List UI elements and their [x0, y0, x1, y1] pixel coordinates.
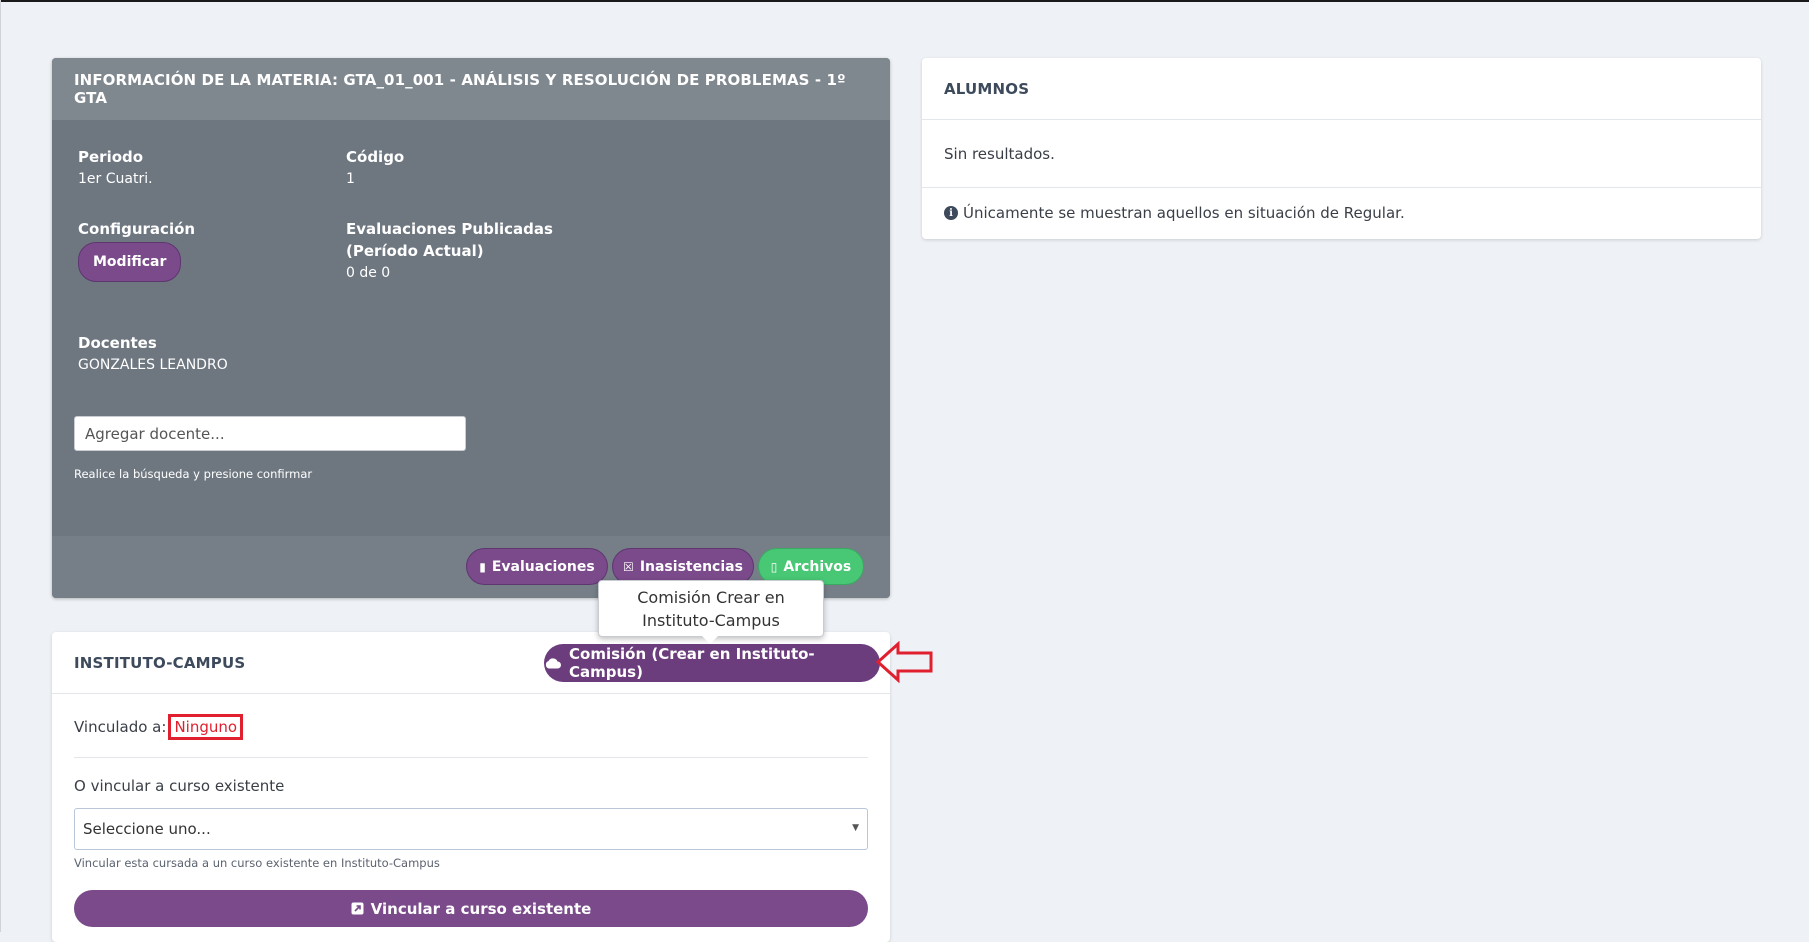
file-icon: ▯ [770, 559, 778, 574]
configuracion-field: Configuración Modificar [78, 218, 195, 282]
book-icon: ▮ [479, 559, 486, 574]
alumnos-card: ALUMNOS Sin resultados. i Únicamente se … [922, 58, 1761, 239]
codigo-value: 1 [346, 171, 355, 187]
alumnos-note-row: i Únicamente se muestran aquellos en sit… [922, 188, 1761, 238]
inasistencias-button-label: Inasistencias [639, 558, 743, 575]
periodo-field: Periodo 1er Cuatri. [78, 146, 153, 190]
curso-select-help: Vincular esta cursada a un curso existen… [74, 856, 440, 870]
instituto-campus-title: INSTITUTO-CAMPUS [74, 653, 246, 672]
docentes-value: GONZALES LEANDRO [78, 357, 228, 373]
evaluaciones-publicadas-field: Evaluaciones Publicadas (Período Actual)… [346, 218, 553, 284]
alumnos-note-text: Únicamente se muestran aquellos en situa… [963, 204, 1405, 222]
materia-card-title: INFORMACIÓN DE LA MATERIA: GTA_01_001 - … [52, 58, 890, 120]
vincular-button-label: Vincular a curso existente [370, 899, 592, 918]
evaluaciones-button[interactable]: ▮ Evaluaciones [466, 548, 608, 585]
window-left-border [0, 0, 1, 932]
curso-select-value: Seleccione uno... [83, 820, 211, 838]
agregar-docente-input[interactable] [74, 416, 466, 451]
configuracion-label: Configuración [78, 220, 196, 238]
docentes-field: Docentes GONZALES LEANDRO [78, 332, 228, 376]
vincular-curso-button[interactable]: Vincular a curso existente [74, 890, 868, 927]
codigo-label: Código [346, 148, 405, 166]
red-arrow-annotation-icon [876, 641, 933, 683]
evaluaciones-periodo-label: (Período Actual) [346, 242, 484, 260]
caret-down-icon: ▼ [852, 823, 859, 833]
tooltip-arrow [702, 636, 718, 644]
vinculado-row: Vinculado a: Ninguno [74, 714, 244, 740]
docente-help-text: Realice la búsqueda y presione confirmar [74, 467, 313, 481]
window-top-border [0, 0, 1809, 2]
vinculado-label: Vinculado a: [74, 718, 167, 736]
evaluaciones-publicadas-label: Evaluaciones Publicadas [346, 220, 553, 238]
evaluaciones-publicadas-value: 0 de 0 [346, 265, 391, 281]
instituto-campus-header: INSTITUTO-CAMPUS Comisión (Crear en Inst… [52, 632, 890, 694]
comision-button-label: Comisión (Crear en Instituto-Campus) [569, 645, 815, 681]
alumnos-title: ALUMNOS [944, 79, 1030, 98]
vincular-existente-label: O vincular a curso existente [74, 777, 285, 795]
docentes-label: Docentes [78, 334, 157, 352]
external-link-icon [351, 902, 364, 915]
vinculado-value: Ninguno [168, 714, 244, 740]
curso-existente-select[interactable]: Seleccione uno... ▼ [74, 808, 868, 850]
evaluaciones-button-label: Evaluaciones [491, 558, 595, 575]
cloud-icon [544, 657, 562, 669]
alumnos-empty-row: Sin resultados. [922, 120, 1761, 188]
materia-card-body: Periodo 1er Cuatri. Código 1 Configuraci… [52, 120, 890, 536]
periodo-value: 1er Cuatri. [78, 171, 153, 187]
comision-crear-button[interactable]: Comisión (Crear en Instituto-Campus) [544, 644, 880, 682]
periodo-label: Periodo [78, 148, 144, 166]
modificar-button[interactable]: Modificar [78, 242, 182, 282]
codigo-field: Código 1 [346, 146, 404, 190]
alumnos-empty-text: Sin resultados. [944, 144, 1055, 163]
info-icon: i [944, 206, 958, 220]
comision-tooltip: Comisión Crear en Instituto-Campus [598, 580, 824, 637]
materia-info-card: INFORMACIÓN DE LA MATERIA: GTA_01_001 - … [52, 58, 890, 598]
divider [74, 757, 868, 758]
calendar-x-icon: ☒ [623, 559, 634, 574]
instituto-campus-card: INSTITUTO-CAMPUS Comisión (Crear en Inst… [52, 632, 890, 942]
alumnos-header: ALUMNOS [922, 58, 1761, 120]
archivos-button-label: Archivos [783, 558, 852, 575]
